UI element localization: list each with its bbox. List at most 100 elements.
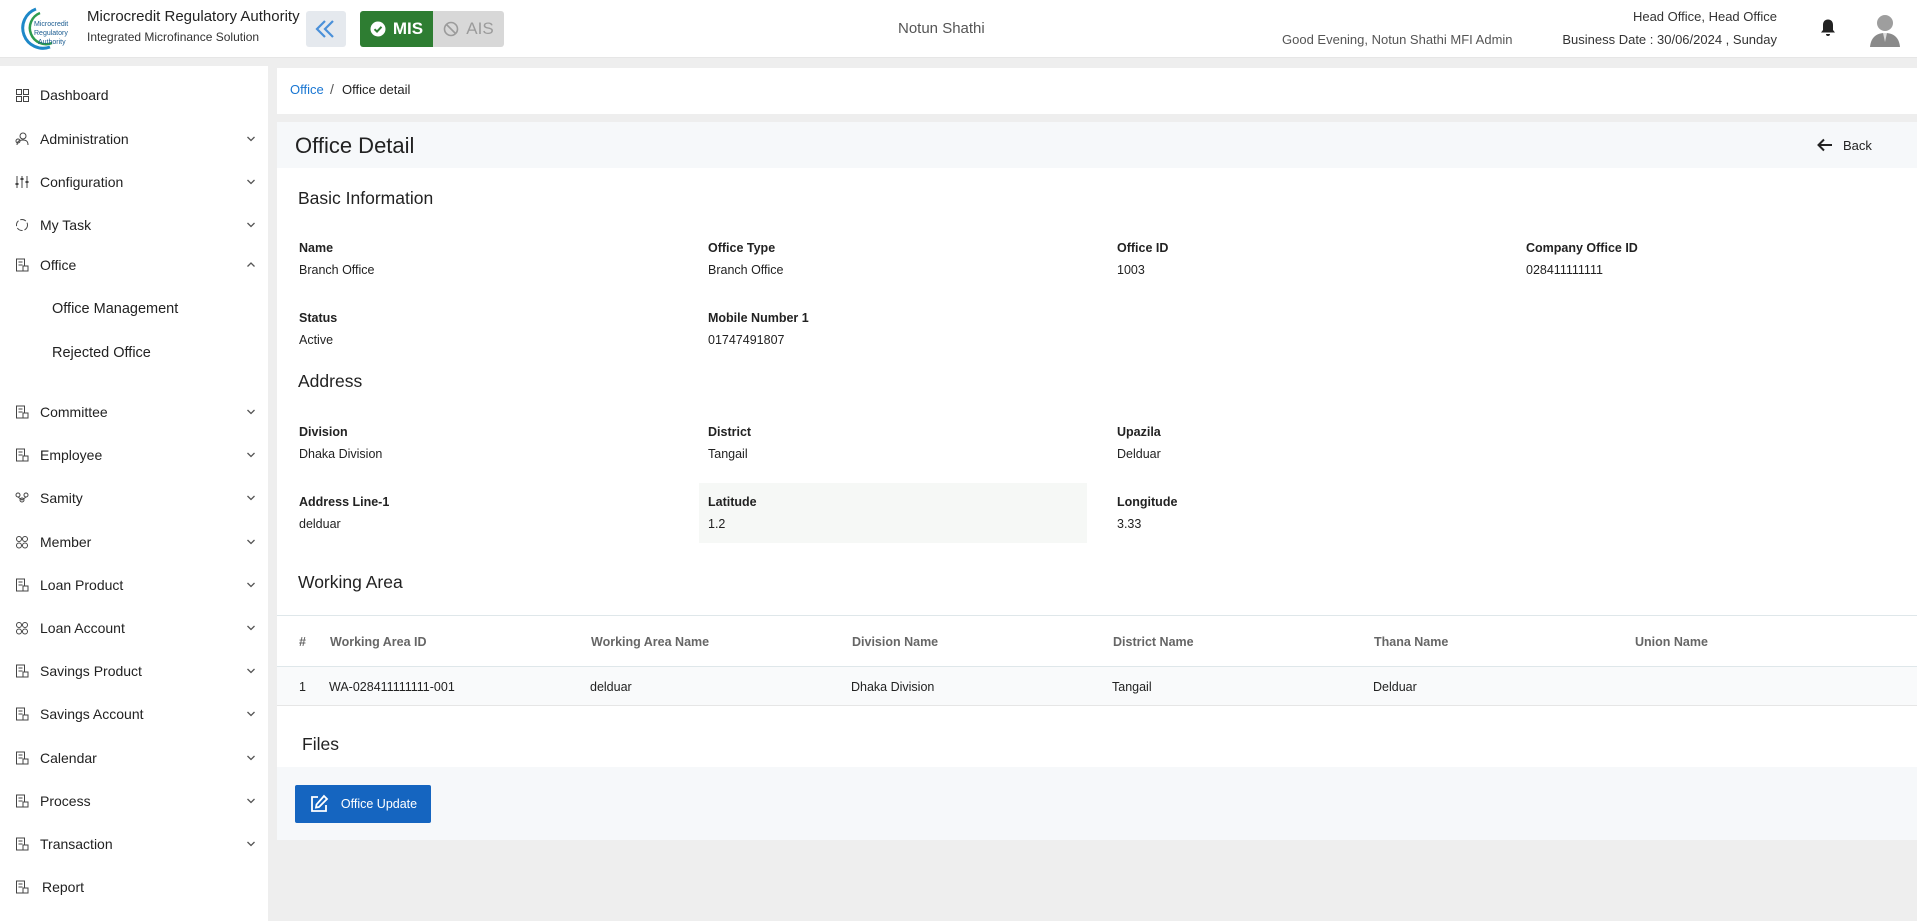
chevron-down-icon xyxy=(247,668,255,674)
address-title: Address xyxy=(298,371,363,391)
field-office-type: Office Type Branch Office xyxy=(708,241,1088,277)
chevron-down-icon xyxy=(247,582,255,588)
sidebar-item-configuration[interactable]: Configuration xyxy=(0,167,268,197)
building-icon xyxy=(15,707,29,721)
field-value: Delduar xyxy=(1117,447,1161,461)
office-update-button[interactable]: Office Update xyxy=(295,785,431,823)
column-header: Division Name xyxy=(852,635,939,649)
breadcrumb-office-link[interactable]: Office xyxy=(290,82,324,97)
back-label: Back xyxy=(1843,137,1872,153)
field-value: Branch Office xyxy=(299,263,375,277)
sidebar-item-member[interactable]: Member xyxy=(0,527,268,557)
field-value: Dhaka Division xyxy=(299,447,383,461)
sidebar-item-transaction[interactable]: Transaction xyxy=(0,829,268,859)
check-circle-icon xyxy=(370,21,386,37)
table-cell: Delduar xyxy=(1373,680,1417,694)
sidebar-item-employee[interactable]: Employee xyxy=(0,440,268,470)
user-avatar[interactable] xyxy=(1869,12,1901,48)
back-button[interactable]: Back xyxy=(1817,134,1872,156)
field-value: 1003 xyxy=(1117,263,1145,277)
table-cell: 1 xyxy=(299,680,306,694)
field-label: Address Line-1 xyxy=(299,495,390,509)
sidebar-item-label: Savings Account xyxy=(40,706,144,722)
field-value: 1.2 xyxy=(708,517,726,531)
bell-icon xyxy=(1821,19,1835,36)
field-label: Name xyxy=(299,241,334,255)
field-label: Division xyxy=(299,425,348,439)
building-icon xyxy=(15,751,29,765)
sidebar-item-committee[interactable]: Committee xyxy=(0,397,268,427)
field-address-line-1: Address Line-1 delduar xyxy=(299,495,679,531)
sidebar-item-label: Member xyxy=(40,534,92,550)
column-header: Union Name xyxy=(1635,635,1708,649)
building-icon xyxy=(15,880,29,894)
sidebar-item-label: Samity xyxy=(40,490,83,506)
edit-icon xyxy=(310,794,329,812)
table-header-row: # Working Area ID Working Area Name Divi… xyxy=(277,615,1917,667)
sidebar-item-loan-account[interactable]: Loan Account xyxy=(0,613,268,643)
sidebar-item-report[interactable]: Report xyxy=(0,872,268,902)
field-label: Latitude xyxy=(708,495,757,509)
field-label: District xyxy=(708,425,752,439)
sidebar-item-my-task[interactable]: My Task xyxy=(0,210,268,240)
notification-button[interactable] xyxy=(1819,18,1837,43)
table-row[interactable]: 1 WA-028411111111-001 delduar Dhaka Divi… xyxy=(277,667,1917,706)
field-latitude: Latitude 1.2 xyxy=(708,495,1088,531)
field-label: Mobile Number 1 xyxy=(708,311,809,325)
sidebar-item-label: Savings Product xyxy=(40,663,142,679)
sidebar-item-dashboard[interactable]: Dashboard xyxy=(0,80,268,110)
field-value: Branch Office xyxy=(708,263,784,277)
sidebar-item-calendar[interactable]: Calendar xyxy=(0,743,268,773)
sidebar-item-label: My Task xyxy=(40,217,92,233)
column-header: # xyxy=(299,635,306,649)
current-office: Head Office, Head Office xyxy=(1632,9,1777,24)
business-date: Business Date : 30/06/2024 , Sunday xyxy=(1562,32,1777,47)
field-district: District Tangail xyxy=(708,425,1088,461)
field-value: 3.33 xyxy=(1117,517,1142,531)
sidebar-item-savings-account[interactable]: Savings Account xyxy=(0,699,268,729)
field-label: Longitude xyxy=(1117,495,1178,509)
arrow-left-icon xyxy=(1817,138,1832,152)
block-icon xyxy=(443,21,459,37)
building-icon xyxy=(15,258,29,272)
sidebar-item-loan-product[interactable]: Loan Product xyxy=(0,570,268,600)
building-icon xyxy=(15,578,29,592)
office-update-label: Office Update xyxy=(340,797,418,811)
sidebar-subitem-rejected-office[interactable]: Rejected Office xyxy=(52,345,151,361)
field-value: Active xyxy=(299,333,334,347)
field-label: Office ID xyxy=(1117,241,1169,255)
page-title: Office Detail xyxy=(295,133,415,158)
sidebar-item-process[interactable]: Process xyxy=(0,786,268,816)
field-status: Status Active xyxy=(299,311,679,347)
files-action-bar: Office Update xyxy=(277,767,1917,840)
sidebar-item-office[interactable]: Office xyxy=(0,250,268,280)
chevron-down-icon xyxy=(247,409,255,415)
field-upazila: Upazila Delduar xyxy=(1117,425,1497,461)
sidebar-item-label: Committee xyxy=(40,404,108,420)
breadcrumb: Office / Office detail xyxy=(277,68,1917,114)
table-cell: Dhaka Division xyxy=(851,680,935,694)
greeting-text: Good Evening, Notun Shathi MFI Admin xyxy=(1282,32,1513,47)
organization-name: Notun Shathi xyxy=(898,20,985,37)
building-icon xyxy=(15,664,29,678)
collapse-sidebar-button[interactable] xyxy=(306,11,346,47)
table-cell: Tangail xyxy=(1112,680,1152,694)
double-chevron-left-icon xyxy=(315,20,334,38)
field-value: Tangail xyxy=(708,447,748,461)
chevron-down-icon xyxy=(247,711,255,717)
chevron-down-icon xyxy=(247,452,255,458)
building-icon xyxy=(15,794,29,808)
table-cell: WA-028411111111-001 xyxy=(329,680,455,694)
column-header: District Name xyxy=(1113,635,1194,649)
sidebar-item-label: Report xyxy=(42,879,85,895)
working-area-title: Working Area xyxy=(298,572,403,592)
chevron-down-icon xyxy=(247,625,255,631)
ais-mode-button[interactable]: AIS xyxy=(433,11,504,47)
mis-mode-button[interactable]: MIS xyxy=(360,11,433,47)
sidebar-item-savings-product[interactable]: Savings Product xyxy=(0,656,268,686)
sidebar-subitem-office-management[interactable]: Office Management xyxy=(52,301,178,317)
field-company-office-id: Company Office ID 028411111111 xyxy=(1526,241,1906,277)
sidebar-item-samity[interactable]: Samity xyxy=(0,483,268,513)
sidebar-item-administration[interactable]: Administration xyxy=(0,124,268,154)
chevron-down-icon xyxy=(247,136,255,142)
